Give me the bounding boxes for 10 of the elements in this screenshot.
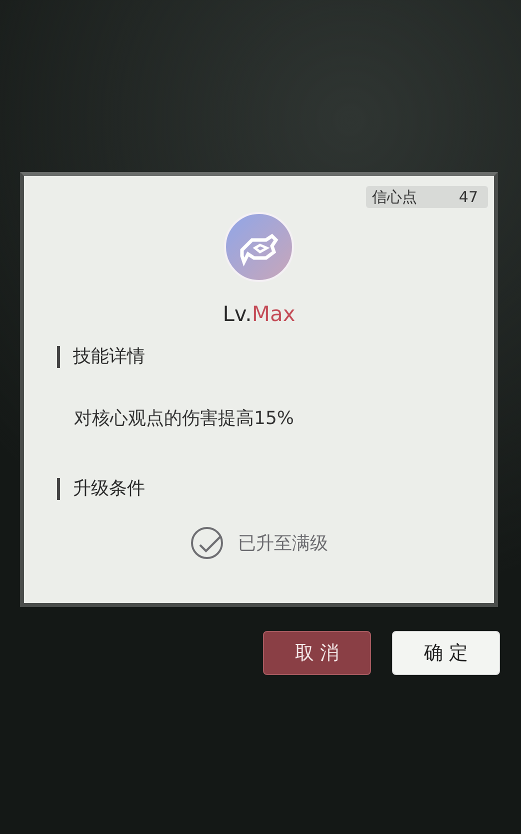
section-heading: 技能详情 <box>57 346 494 368</box>
upgrade-status: 已升至满级 <box>238 532 328 555</box>
skill-emblem-icon <box>222 210 296 284</box>
currency-label: 信心点 <box>372 188 417 206</box>
section-heading: 升级条件 <box>57 478 494 500</box>
skill-level: Lv.Max <box>222 302 296 326</box>
cancel-button[interactable]: 取 消 <box>263 631 371 675</box>
currency-value: 47 <box>458 188 478 206</box>
skill-description: 对核心观点的伤害提高15% <box>74 407 296 430</box>
confirm-button[interactable]: 确 定 <box>392 631 500 675</box>
